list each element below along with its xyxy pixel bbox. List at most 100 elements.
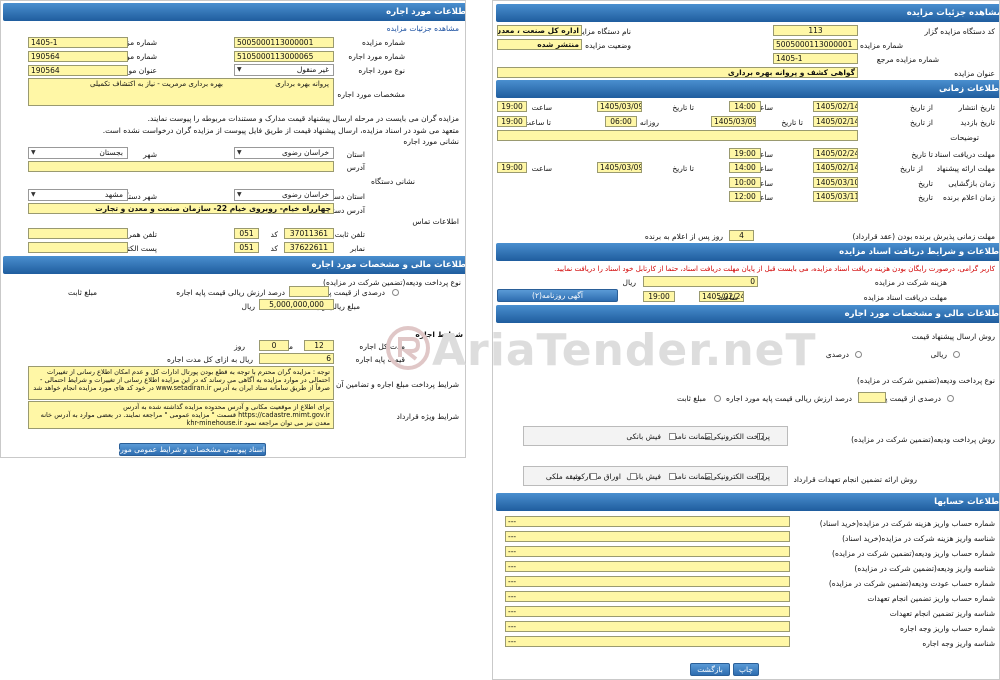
agency-address-field: چهارراه خیام- روبروی خیام 22- سازمان صنع… bbox=[28, 203, 334, 214]
lease-type-select[interactable]: غیر منقول ▼ bbox=[234, 64, 334, 76]
visit-from-field: 1405/02/14 bbox=[813, 116, 858, 127]
org-name-field: اداره کل صنعت ، معدن و تجا bbox=[497, 25, 582, 36]
time-label: ساعت bbox=[717, 293, 738, 302]
pct-deposit-radio[interactable] bbox=[947, 395, 954, 402]
deposit-amount-field: 5,000,000,000 bbox=[259, 299, 334, 310]
title-field: گواهی کشف و پروانه بهره برداری bbox=[497, 67, 858, 78]
phone-field: 37011361 bbox=[284, 228, 334, 239]
account-row-label: شماره حساب واریز هزینه شرکت در مزایده(خر… bbox=[819, 519, 995, 528]
guarantee2-label: ضمانت نامه bbox=[673, 472, 711, 481]
date-label: تاریخ bbox=[918, 193, 933, 202]
time-label: ساعت bbox=[531, 164, 552, 173]
spec-label: مشخصات مورد اجاره bbox=[337, 90, 405, 99]
account-row-field: --- bbox=[505, 621, 790, 632]
base-price-unit: ریال به ازای کل مدت اجاره bbox=[167, 355, 253, 364]
account-row-field: --- bbox=[505, 591, 790, 602]
agency-city-select[interactable]: مشهد ▼ bbox=[28, 189, 128, 201]
visit-to-field: 1405/03/09 bbox=[711, 116, 756, 127]
description-label: توضیحات bbox=[950, 133, 979, 142]
bid-to-field: 1405/03/09 bbox=[597, 162, 642, 173]
visit-to-time-field: 19:00 bbox=[497, 116, 527, 127]
agency-city-value: مشهد bbox=[104, 190, 123, 199]
pct-value-label: درصد ارزش ریالی قیمت پایه مورد اجاره bbox=[725, 394, 852, 403]
announce-label: زمان اعلام برنده bbox=[942, 193, 995, 202]
account-row-label: شماره حساب واریز تضمین انجام تعهدات bbox=[867, 594, 995, 603]
to-label: تا تاریخ bbox=[781, 118, 803, 127]
watermark-text: AriaTender.neT bbox=[432, 325, 817, 376]
bank-slip-checkbox[interactable] bbox=[669, 433, 676, 440]
fax-code-field: 051 bbox=[234, 242, 259, 253]
publish-to-field: 1405/03/09 bbox=[597, 101, 642, 112]
description-field bbox=[497, 130, 858, 141]
accounts-header: اطلاعات حسابها bbox=[496, 493, 999, 511]
phone-label: تلفن ثابت bbox=[334, 230, 365, 239]
timing-header: اطلاعات زمانی bbox=[496, 80, 999, 98]
lease-details-header: اطلاعات مورد اجاره bbox=[3, 3, 465, 21]
agency-province-value: خراسان رضوی bbox=[281, 190, 329, 199]
address-field bbox=[28, 161, 334, 172]
chevron-down-icon: ▼ bbox=[31, 149, 36, 156]
property-collateral-checkbox[interactable] bbox=[590, 473, 597, 480]
tender-no-label: شماره مزایده bbox=[859, 41, 903, 50]
spec-line2: بهره برداری مرمریت - نیاز به اکتشاف تکمی… bbox=[89, 80, 223, 88]
chevron-down-icon: ▼ bbox=[237, 191, 242, 198]
newspaper-ad-button[interactable]: آگهی روزنامه(۲) bbox=[497, 289, 618, 302]
fixed-deposit-radio[interactable] bbox=[714, 395, 721, 402]
doc-deadline-time-field: 19:00 bbox=[729, 148, 761, 159]
visit-label: تاریخ بازدید bbox=[960, 118, 995, 127]
special-terms-textarea: برای اطلاع از موقعیت مکانی و آدرس محدوده… bbox=[28, 401, 334, 429]
ref-label: شماره مزایده مرجع bbox=[876, 55, 939, 64]
ref-field: 1405-1 bbox=[773, 53, 858, 64]
months-field: 12 bbox=[304, 340, 334, 351]
doc-deadline-label: مهلت دریافت اسناد bbox=[934, 150, 995, 159]
from-label: از تاریخ bbox=[909, 118, 933, 127]
ref-tender-field: 1405-1 bbox=[28, 37, 128, 48]
date-label: تاریخ bbox=[918, 179, 933, 188]
agency-province-select[interactable]: خراسان رضوی ▼ bbox=[234, 189, 334, 201]
validity-unit: روز پس از اعلام به برنده bbox=[644, 232, 723, 241]
address-section-title: نشانی مورد اجاره bbox=[403, 137, 459, 146]
opening-time-field: 10:00 bbox=[729, 177, 761, 188]
fee-unit: ریال bbox=[622, 278, 636, 287]
day-unit: روز bbox=[234, 342, 245, 351]
org-code-label: کد دستگاه مزایده گزار bbox=[924, 27, 995, 36]
percent-value-label: درصد ارزش ریالی قیمت پایه اجاره bbox=[176, 288, 285, 297]
percent-option-label: درصدی از قیمت پایه bbox=[320, 288, 385, 297]
validity-label: مهلت زمانی پذیرش برنده بودن (عقد قرارداد… bbox=[852, 232, 995, 241]
opening-field: 1405/03/10 bbox=[813, 177, 858, 188]
fixed-option-label: مبلغ ثابت bbox=[68, 288, 97, 297]
province-select[interactable]: خراسان رضوی ▼ bbox=[234, 147, 334, 159]
back-button[interactable]: بازگشت bbox=[690, 663, 730, 676]
visit-to-time-label: تا ساعت bbox=[523, 118, 551, 127]
tender-no-field: 5005000113000001 bbox=[773, 39, 858, 50]
breadcrumb[interactable]: مشاهده جزئیات مزایده bbox=[387, 23, 459, 34]
time-label: ساعت bbox=[531, 103, 552, 112]
spec-line1: پروانه بهره برداری bbox=[275, 80, 329, 88]
percent-radio[interactable] bbox=[392, 289, 399, 296]
base-price-field: 6 bbox=[259, 353, 334, 364]
print-button[interactable]: چاپ bbox=[733, 663, 759, 676]
bank-slip2-checkbox[interactable] bbox=[669, 473, 676, 480]
rial-radio[interactable] bbox=[953, 351, 960, 358]
rial-option-label: ریالی bbox=[930, 350, 947, 359]
attachments-button[interactable]: اسناد پیوستی مشخصات و شرایط عمومی مورد ا… bbox=[88, 443, 266, 456]
account-row-field: --- bbox=[505, 636, 790, 647]
announce-field: 1405/03/11 bbox=[813, 191, 858, 202]
validity-field: 4 bbox=[729, 230, 754, 241]
agency-section-title: نشانی دستگاه bbox=[370, 177, 415, 186]
percent-bid-radio[interactable] bbox=[855, 351, 862, 358]
account-row-label: شماره حساب واریز وجه اجاره bbox=[899, 624, 995, 633]
pct-deposit-label: درصدی از قیمت پایه bbox=[876, 394, 941, 403]
status-label: وضعیت مزایده bbox=[585, 41, 631, 50]
property-collateral-label: وثیقه ملکی bbox=[545, 472, 581, 481]
city-select[interactable]: بجستان ▼ bbox=[28, 147, 128, 159]
lease-no-field: 5105000113000065 bbox=[234, 51, 334, 62]
from-label: از تاریخ bbox=[909, 103, 933, 112]
fixed-deposit-label: مبلغ ثابت bbox=[677, 394, 706, 403]
visit-from-time-field: 06:00 bbox=[605, 116, 637, 127]
tender-no-field: 5005000113000001 bbox=[234, 37, 334, 48]
bank-slip-label: فیش بانکی bbox=[626, 432, 661, 441]
bonds-checkbox[interactable] bbox=[630, 473, 637, 480]
bid-deadline-label: مهلت ارائه پیشنهاد bbox=[936, 164, 995, 173]
pct-deposit-field bbox=[858, 392, 886, 403]
